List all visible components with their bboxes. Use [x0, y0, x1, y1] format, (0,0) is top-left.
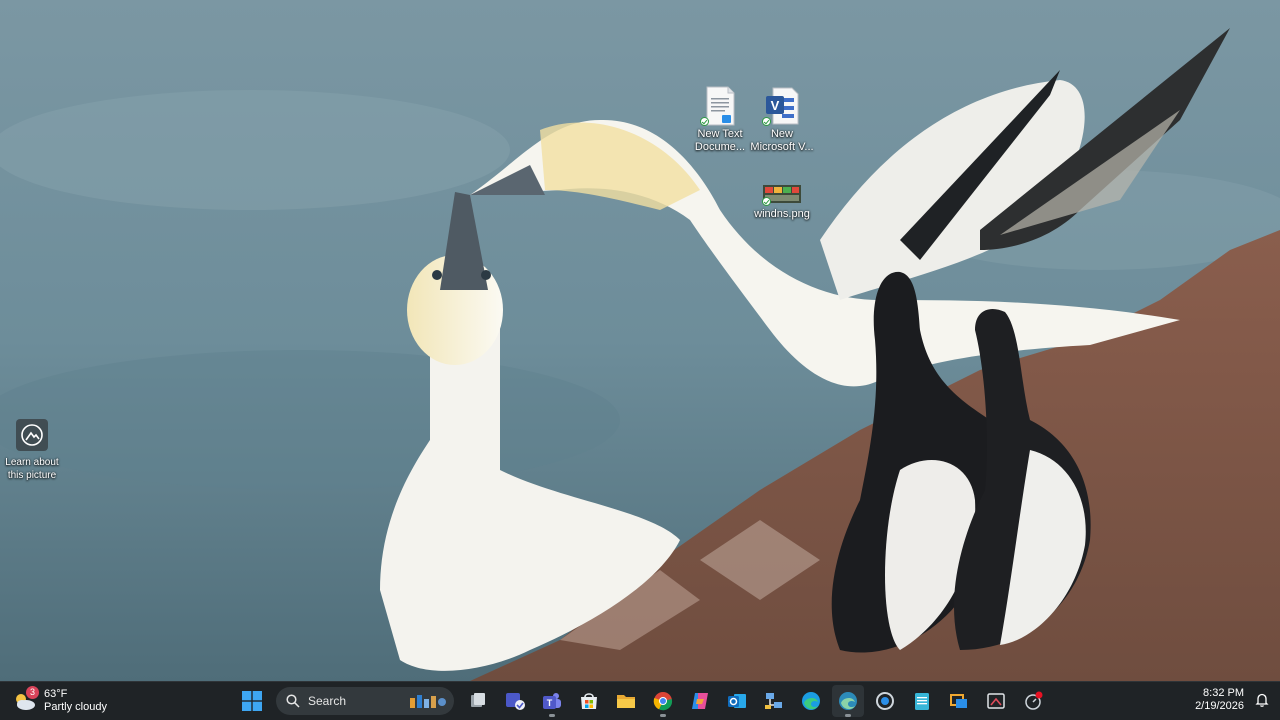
edge-dev-button[interactable]: [832, 685, 864, 717]
weather-widget[interactable]: 3 63°F Partly cloudy: [12, 685, 107, 717]
start-button[interactable]: [236, 685, 268, 717]
desktop-icon-new-microsoft-visio[interactable]: V New Microsoft V...: [744, 86, 820, 154]
circular-app-icon: [876, 692, 894, 710]
edge-icon: [802, 692, 820, 710]
weather-alert-badge: 3: [26, 686, 39, 699]
teams-button[interactable]: T: [536, 685, 568, 717]
record-app-button[interactable]: [1017, 685, 1049, 717]
search-icon: [286, 694, 300, 708]
chrome-icon: [653, 692, 673, 711]
copilot-icon: [692, 693, 708, 709]
copilot-button[interactable]: [684, 685, 716, 717]
task-view-button[interactable]: [462, 685, 494, 717]
learn-about-this-picture[interactable]: Learn about this picture: [0, 418, 70, 482]
windows-logo-icon: [242, 691, 262, 711]
svg-text:V: V: [771, 98, 780, 113]
search-placeholder: Search: [308, 694, 347, 708]
weather-temperature: 63°F: [44, 688, 68, 700]
file-explorer-button[interactable]: [610, 685, 642, 717]
outlook-button[interactable]: [721, 685, 753, 717]
sync-status-icon: [762, 197, 771, 206]
microsoft-store-button[interactable]: [573, 685, 605, 717]
teams-meeting-button[interactable]: [499, 685, 531, 717]
desktop[interactable]: New Text Docume... V New Microsoft V...: [0, 0, 1280, 681]
svg-text:T: T: [547, 698, 553, 708]
taskbar: 3 63°F Partly cloudy Search T 8:32 PM 2/…: [0, 681, 1280, 720]
edge-dev-icon: [839, 692, 857, 710]
partly-cloudy-icon: 3: [12, 686, 39, 712]
remote-desktop-icon: [950, 694, 967, 708]
weather-condition: Partly cloudy: [44, 701, 107, 713]
store-icon: [581, 693, 597, 709]
desktop-icon-windns-png[interactable]: windns.png: [744, 182, 820, 221]
desktop-icon-label: New Text Docume...: [694, 128, 746, 153]
record-icon: [1025, 691, 1043, 710]
task-view-icon: [471, 693, 485, 707]
remote-desktop-button[interactable]: [943, 685, 975, 717]
clock-time: 8:32 PM: [1203, 687, 1244, 699]
notepad-icon: [915, 693, 929, 710]
folder-icon: [617, 695, 635, 708]
search-highlight-icon: [410, 695, 446, 708]
learn-about-picture-icon: [15, 418, 49, 452]
app-settings-button[interactable]: [869, 685, 901, 717]
desktop-icon-label: New Microsoft V...: [750, 128, 814, 153]
search-box[interactable]: Search: [276, 687, 454, 715]
snipping-tool-icon: [987, 693, 1005, 709]
outlook-icon: [728, 694, 746, 708]
system-clock[interactable]: 8:32 PM 2/19/2026: [1195, 687, 1244, 713]
desktop-icon-label: windns.png: [754, 208, 810, 220]
network-app-button[interactable]: [758, 685, 790, 717]
png-image-icon: [762, 182, 802, 206]
notification-bell-icon[interactable]: [1254, 692, 1270, 708]
text-document-icon: [700, 86, 740, 126]
visio-file-icon: V: [762, 86, 802, 126]
network-icon: [765, 693, 782, 709]
meeting-app-icon: [506, 693, 525, 710]
sync-status-icon: [700, 117, 709, 126]
teams-icon: T: [543, 693, 561, 709]
chrome-button[interactable]: [647, 685, 679, 717]
learn-about-label: Learn about this picture: [5, 457, 59, 481]
snipping-tool-button[interactable]: [980, 685, 1012, 717]
notepad-button[interactable]: [906, 685, 938, 717]
edge-button[interactable]: [795, 685, 827, 717]
sync-status-icon: [762, 117, 771, 126]
clock-date: 2/19/2026: [1195, 700, 1244, 712]
wallpaper-gannets-image: [0, 0, 1280, 681]
